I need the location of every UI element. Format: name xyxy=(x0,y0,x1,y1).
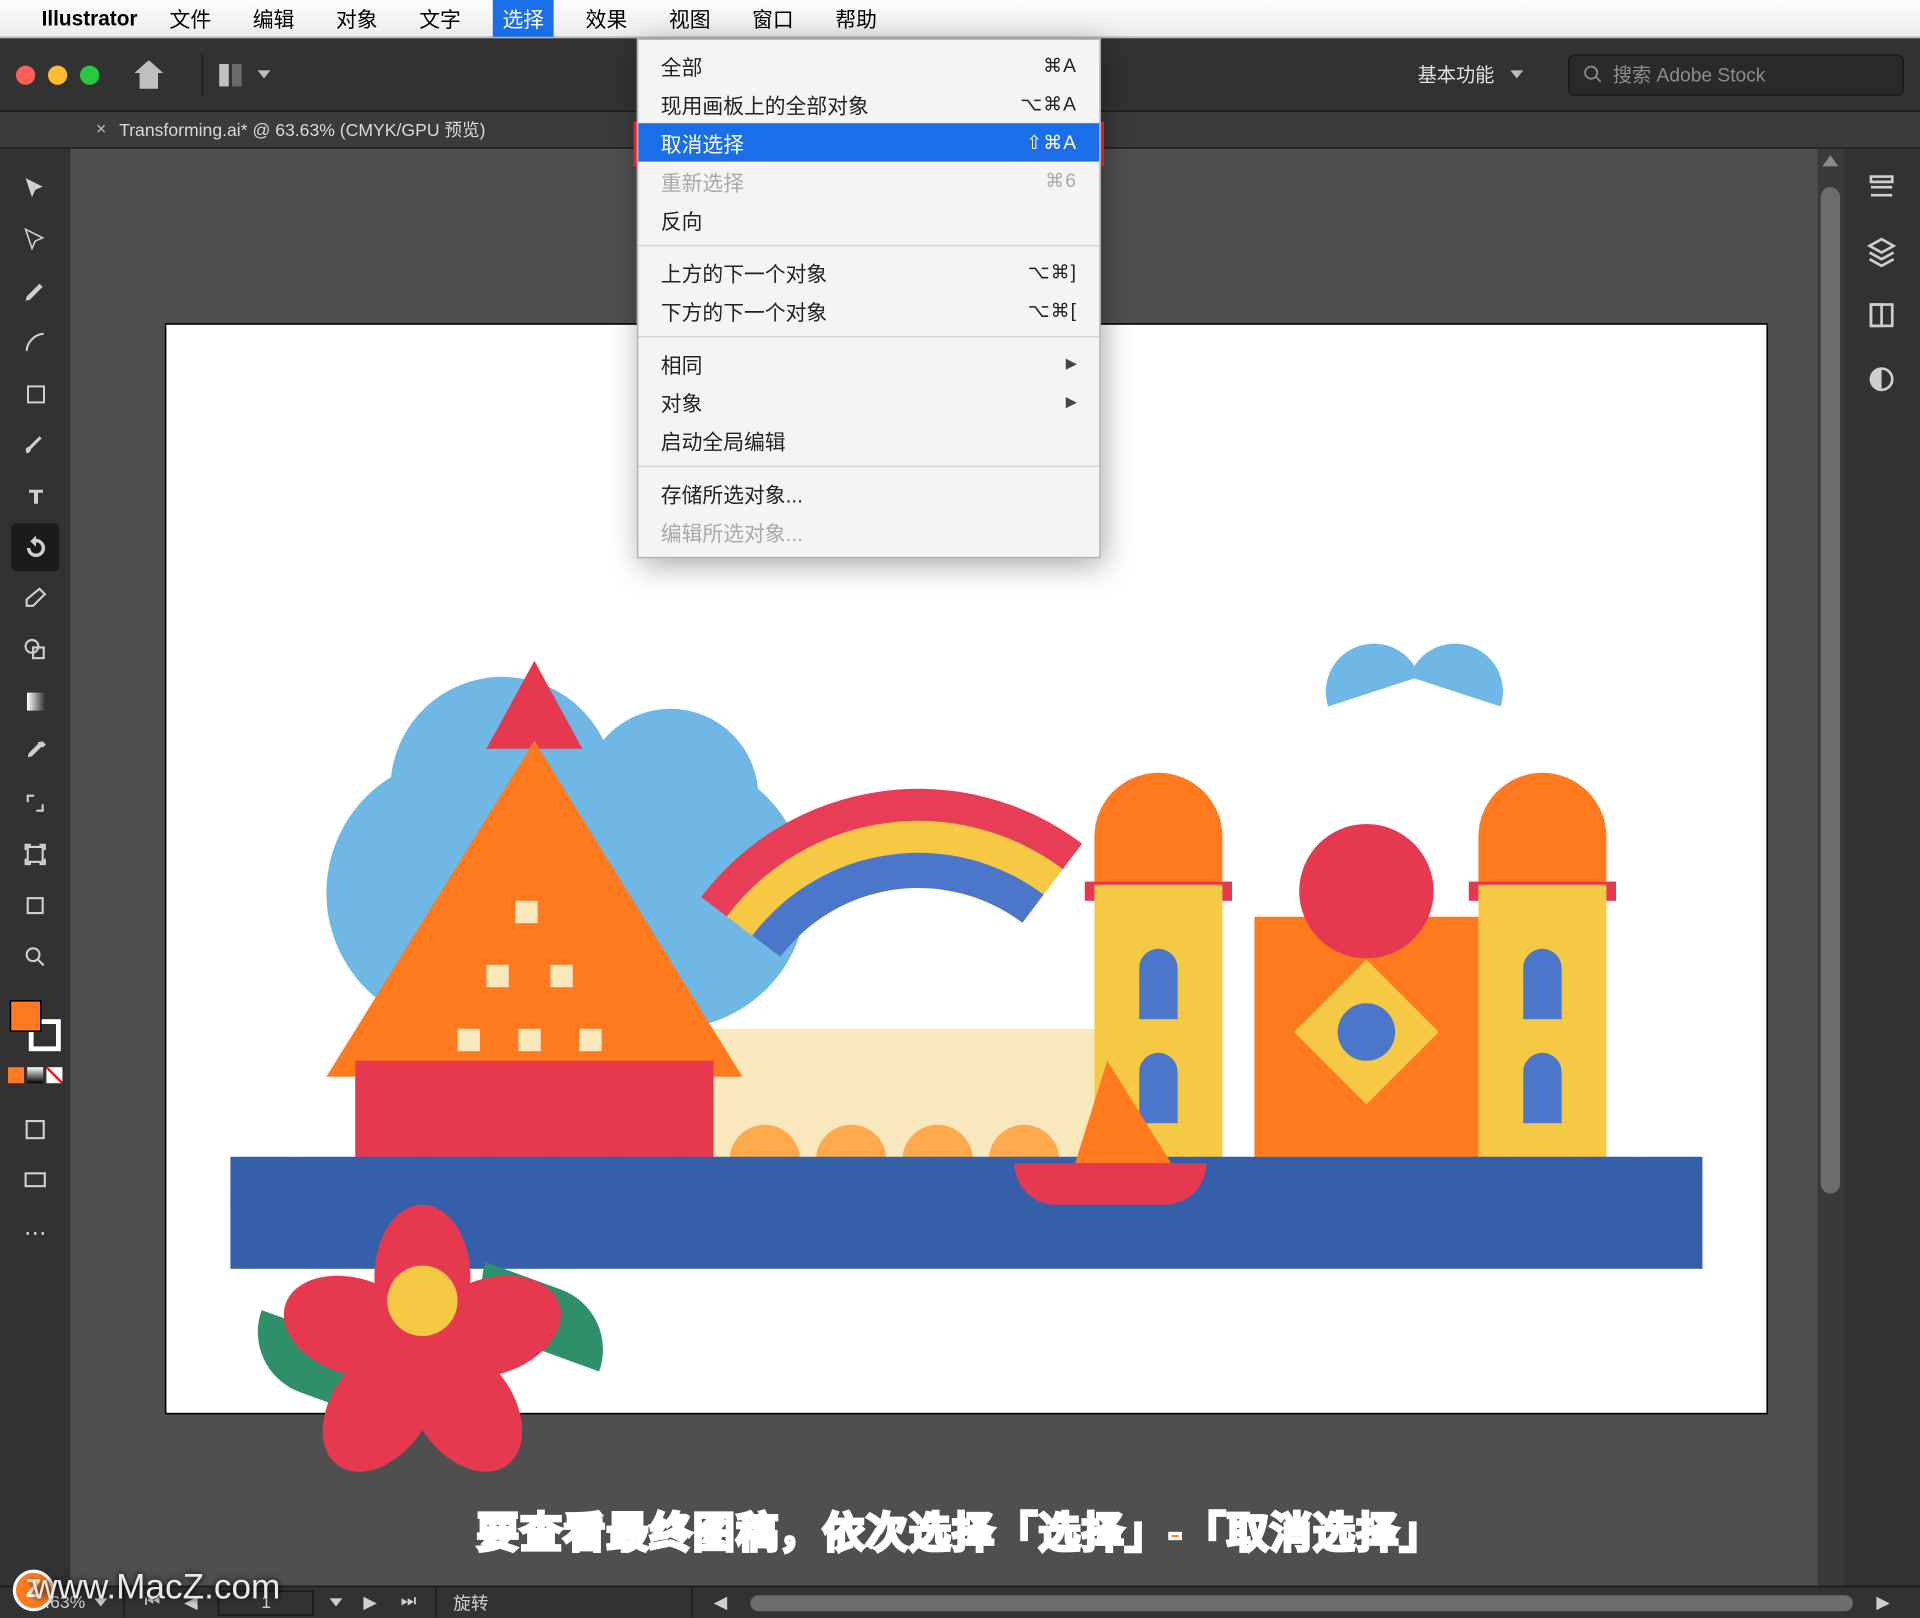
eraser-tool[interactable] xyxy=(11,574,59,622)
menu-effect[interactable]: 效果 xyxy=(576,0,637,37)
none-color-icon[interactable] xyxy=(46,1067,62,1083)
fill-stroke-control[interactable] xyxy=(10,1000,61,1051)
scrollbar-thumb[interactable] xyxy=(1821,187,1840,1193)
artboard-tool[interactable] xyxy=(11,830,59,878)
last-artboard-icon[interactable]: ⏭ xyxy=(397,1591,419,1613)
scale-tool[interactable] xyxy=(11,779,59,827)
home-icon[interactable] xyxy=(134,60,163,89)
shape-builder-tool[interactable] xyxy=(11,626,59,674)
draw-mode-icon[interactable] xyxy=(11,1106,59,1154)
window-controls xyxy=(16,65,99,84)
menu-item-all-on-active-artboard[interactable]: 现用画板上的全部对象 ⌥⌘A xyxy=(638,85,1099,123)
menu-item-deselect[interactable]: 取消选择 ⇧⌘A xyxy=(638,123,1099,161)
tutorial-caption: 要查看最终图稿，依次选择「选择」-「取消选择」 xyxy=(0,1501,1920,1560)
pen-tool[interactable] xyxy=(11,267,59,315)
arrange-documents-icon[interactable] xyxy=(219,63,241,85)
eyedropper-tool[interactable] xyxy=(11,728,59,776)
gradient-tool[interactable] xyxy=(11,677,59,725)
menu-help[interactable]: 帮助 xyxy=(826,0,887,37)
menu-item-next-below[interactable]: 下方的下一个对象 ⌥⌘[ xyxy=(638,291,1099,329)
type-tool[interactable] xyxy=(11,472,59,520)
artwork-illustration xyxy=(230,549,1702,1381)
appearance-panel-icon[interactable] xyxy=(1859,357,1904,402)
divider xyxy=(202,54,204,96)
menu-item-edit-selection: 编辑所选对象... xyxy=(638,512,1099,550)
menu-item-start-global-edit[interactable]: 启动全局编辑 xyxy=(638,421,1099,459)
menu-item-select-all[interactable]: 全部 ⌘A xyxy=(638,46,1099,84)
chevron-down-icon xyxy=(1510,70,1523,78)
paintbrush-tool[interactable] xyxy=(11,421,59,469)
solid-color-icon[interactable] xyxy=(8,1067,24,1083)
curvature-tool[interactable] xyxy=(11,318,59,366)
scroll-right-icon[interactable]: ▶ xyxy=(1872,1591,1894,1613)
edit-toolbar-icon[interactable]: ⋯ xyxy=(11,1208,59,1256)
macos-menubar: Illustrator 文件 编辑 对象 文字 选择 效果 视图 窗口 帮助 xyxy=(0,0,1920,38)
menu-object[interactable]: 对象 xyxy=(326,0,387,37)
workspace-label: 基本功能 xyxy=(1418,61,1495,88)
color-mode-strip[interactable] xyxy=(8,1067,62,1083)
menu-item-save-selection[interactable]: 存储所选对象... xyxy=(638,474,1099,512)
menu-file[interactable]: 文件 xyxy=(160,0,221,37)
watermark-text: www.MacZ.com xyxy=(32,1566,280,1608)
fill-swatch[interactable] xyxy=(10,1000,42,1032)
horizontal-scrollbar-thumb[interactable] xyxy=(751,1594,1853,1610)
search-input[interactable]: 搜索 Adobe Stock xyxy=(1568,54,1904,96)
direct-selection-tool[interactable] xyxy=(11,216,59,264)
right-panel-strip xyxy=(1843,149,1920,1586)
menu-select[interactable]: 选择 xyxy=(493,0,554,37)
scroll-up-icon[interactable] xyxy=(1822,155,1838,166)
gradient-color-icon[interactable] xyxy=(27,1067,43,1083)
close-tab-icon[interactable]: × xyxy=(96,120,106,139)
status-bar: 63.63% ⏮ ◀ 1 ▶ ⏭ 旋转 ◀ ▶ xyxy=(0,1586,1920,1618)
zoom-tool[interactable] xyxy=(11,933,59,981)
select-menu-dropdown: 全部 ⌘A 现用画板上的全部对象 ⌥⌘A 取消选择 ⇧⌘A 重新选择 ⌘6 反向… xyxy=(637,38,1101,558)
menu-item-next-above[interactable]: 上方的下一个对象 ⌥⌘] xyxy=(638,253,1099,291)
rotate-tool[interactable] xyxy=(11,523,59,571)
menu-item-inverse[interactable]: 反向 xyxy=(638,200,1099,238)
selection-tool[interactable] xyxy=(11,165,59,213)
chevron-down-icon[interactable] xyxy=(258,70,271,78)
free-transform-tool[interactable] xyxy=(11,882,59,930)
menu-edit[interactable]: 编辑 xyxy=(243,0,304,37)
search-placeholder: 搜索 Adobe Stock xyxy=(1613,61,1766,88)
horizontal-scroll-area[interactable]: ◀ ▶ xyxy=(693,1587,1910,1617)
rectangle-tool[interactable] xyxy=(11,370,59,418)
libraries-panel-icon[interactable] xyxy=(1859,293,1904,338)
workspace-switcher[interactable]: 基本功能 xyxy=(1418,61,1524,88)
minimize-window-button[interactable] xyxy=(48,65,67,84)
next-artboard-icon[interactable]: ▶ xyxy=(359,1591,381,1613)
layers-panel-icon[interactable] xyxy=(1859,229,1904,274)
app-name[interactable]: Illustrator xyxy=(42,6,138,30)
current-tool-label: 旋转 xyxy=(453,1590,488,1616)
menu-item-object[interactable]: 对象 xyxy=(638,382,1099,420)
search-icon xyxy=(1582,64,1603,85)
fullscreen-window-button[interactable] xyxy=(80,65,99,84)
menu-type[interactable]: 文字 xyxy=(410,0,471,37)
close-window-button[interactable] xyxy=(16,65,35,84)
menu-item-reselect: 重新选择 ⌘6 xyxy=(638,162,1099,200)
tools-panel: ⋯ xyxy=(0,149,70,1586)
document-tab-title[interactable]: Transforming.ai* @ 63.63% (CMYK/GPU 预览) xyxy=(119,117,485,143)
vertical-scrollbar[interactable] xyxy=(1818,149,1844,1586)
menu-window[interactable]: 窗口 xyxy=(743,0,804,37)
scroll-left-icon[interactable]: ◀ xyxy=(709,1591,731,1613)
menu-item-same[interactable]: 相同 xyxy=(638,344,1099,382)
menu-view[interactable]: 视图 xyxy=(659,0,720,37)
screen-mode-icon[interactable] xyxy=(11,1157,59,1205)
current-tool-status[interactable]: 旋转 xyxy=(437,1587,693,1617)
properties-panel-icon[interactable] xyxy=(1859,165,1904,210)
chevron-down-icon[interactable] xyxy=(330,1598,343,1606)
